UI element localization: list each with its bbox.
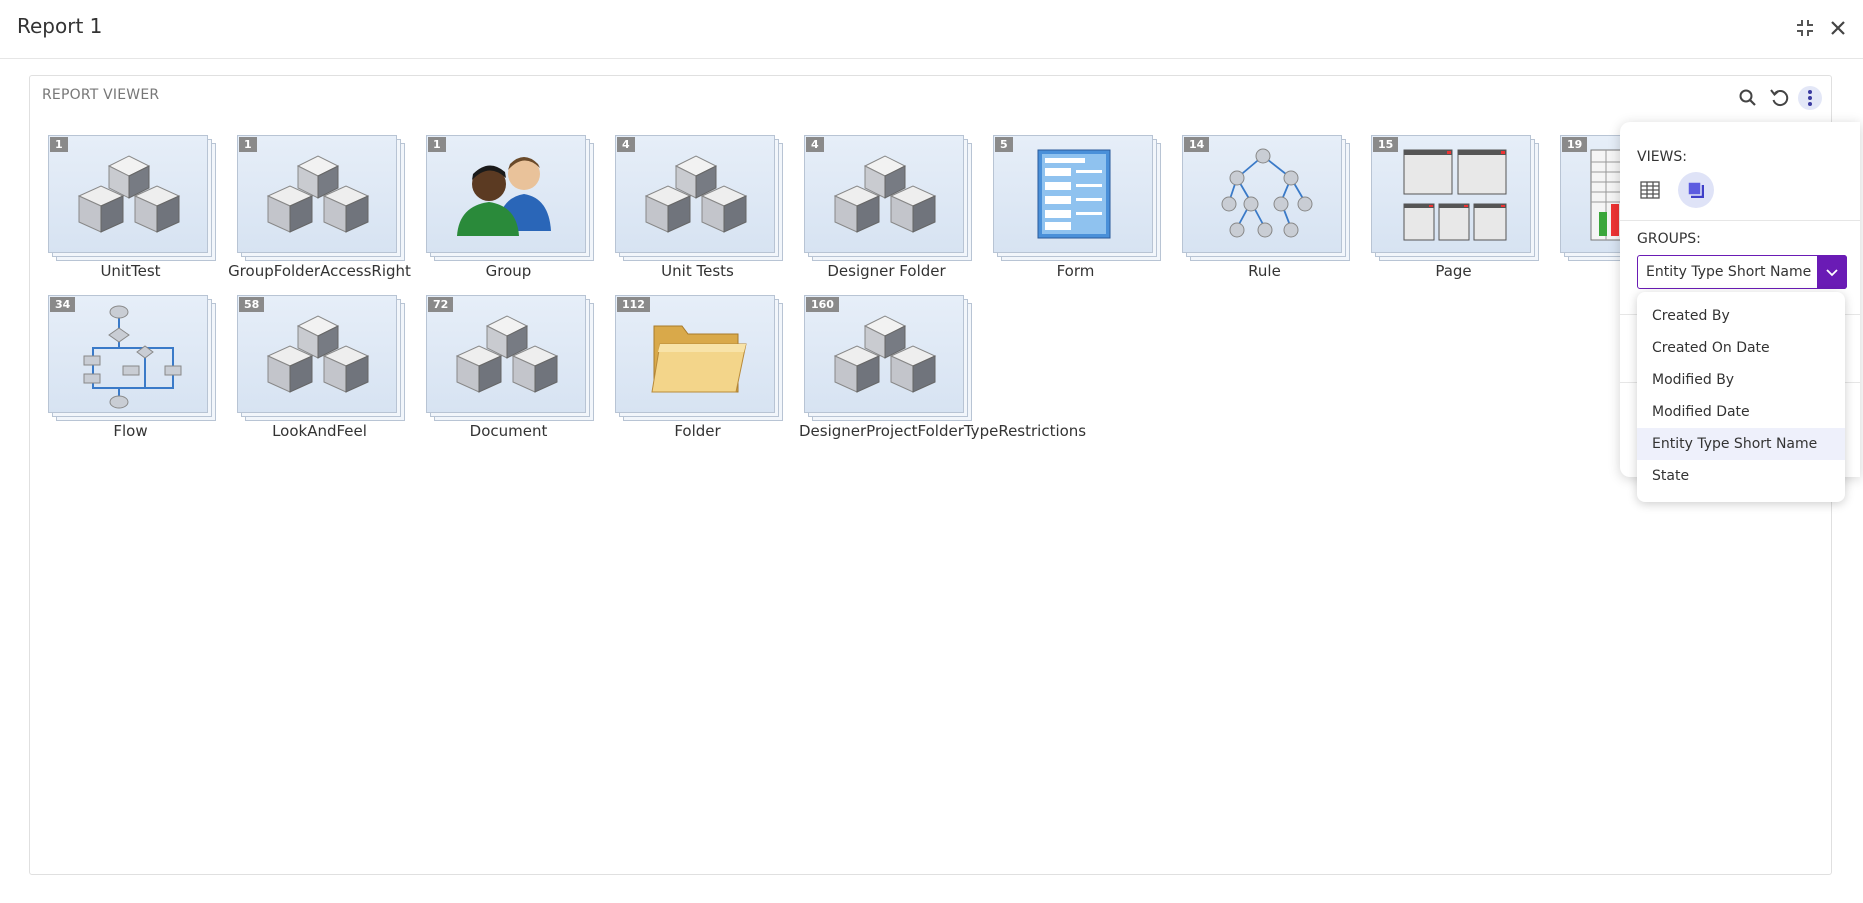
stacked-cards-icon bbox=[1687, 181, 1704, 198]
cubes-icon bbox=[266, 155, 370, 233]
tile-card bbox=[615, 135, 775, 253]
option-state[interactable]: State bbox=[1637, 460, 1845, 492]
option-created-on-date[interactable]: Created On Date bbox=[1637, 332, 1845, 364]
count-badge: 5 bbox=[995, 137, 1013, 152]
cubes-icon bbox=[833, 315, 937, 393]
cubes-icon bbox=[833, 155, 937, 233]
cubes-icon bbox=[266, 315, 370, 393]
views-label: VIEWS: bbox=[1637, 149, 1687, 165]
tile-card bbox=[48, 135, 208, 253]
tile-card bbox=[237, 295, 397, 413]
group-by-select[interactable]: Entity Type Short Name bbox=[1637, 255, 1847, 289]
tile-label: Designer Folder bbox=[827, 262, 946, 280]
tile-card bbox=[237, 135, 397, 253]
group-tile-lookandfeel[interactable]: 58 LookAndFeel bbox=[237, 295, 427, 445]
groups-label: GROUPS: bbox=[1637, 231, 1701, 247]
rule-tree-icon bbox=[1221, 148, 1313, 238]
tile-label: Page bbox=[1435, 262, 1472, 280]
divider bbox=[1620, 220, 1860, 221]
pages-icon bbox=[1403, 149, 1507, 241]
tile-label: LookAndFeel bbox=[272, 422, 367, 440]
group-tile-groupfolderaccessright[interactable]: 1 GroupFolderAccessRight bbox=[228, 135, 427, 285]
tile-card bbox=[804, 295, 964, 413]
option-created-by[interactable]: Created By bbox=[1637, 300, 1845, 332]
count-badge: 112 bbox=[617, 297, 650, 312]
count-badge: 15 bbox=[1373, 137, 1399, 152]
group-tile-unit-tests[interactable]: 4 Unit Tests bbox=[615, 135, 805, 285]
tile-card bbox=[48, 295, 208, 413]
group-by-value: Entity Type Short Name bbox=[1646, 264, 1812, 280]
group-tile-document[interactable]: 72 Document bbox=[426, 295, 616, 445]
group-tile-folder[interactable]: 112 Folder bbox=[615, 295, 805, 445]
count-badge: 34 bbox=[50, 297, 76, 312]
window-title: Report 1 bbox=[17, 14, 103, 38]
option-modified-date[interactable]: Modified Date bbox=[1637, 396, 1845, 428]
cubes-icon bbox=[455, 315, 559, 393]
group-tile-page[interactable]: 15 Page bbox=[1371, 135, 1561, 285]
grid-view-button[interactable] bbox=[1632, 172, 1668, 208]
count-badge: 4 bbox=[617, 137, 635, 152]
tile-card bbox=[804, 135, 964, 253]
table-grid-icon bbox=[1640, 181, 1660, 199]
users-group-icon bbox=[457, 157, 551, 236]
tile-label: Form bbox=[1056, 262, 1095, 280]
chevron-down-icon[interactable] bbox=[1817, 255, 1847, 289]
tile-card bbox=[426, 135, 586, 253]
tile-card bbox=[1182, 135, 1342, 253]
count-badge: 14 bbox=[1184, 137, 1210, 152]
count-badge: 58 bbox=[239, 297, 265, 312]
group-tile-designer-folder[interactable]: 4 Designer Folder bbox=[804, 135, 994, 285]
minimize-icon[interactable] bbox=[1794, 17, 1816, 39]
group-tile-unittest[interactable]: 1 UnitTest bbox=[48, 135, 238, 285]
cubes-icon bbox=[77, 155, 181, 233]
group-tile-group[interactable]: 1 Group bbox=[426, 135, 616, 285]
group-by-dropdown: Created By Created On Date Modified By M… bbox=[1637, 292, 1845, 502]
option-modified-by[interactable]: Modified By bbox=[1637, 364, 1845, 396]
tile-label: Document bbox=[469, 422, 548, 440]
report-viewer-panel: REPORT VIEWER 1 UnitTest 1 GroupFolderAc… bbox=[29, 75, 1832, 875]
count-badge: 160 bbox=[806, 297, 839, 312]
folder-icon bbox=[651, 325, 747, 393]
tile-label: Rule bbox=[1248, 262, 1281, 280]
group-tile-rule[interactable]: 14 Rule bbox=[1182, 135, 1372, 285]
more-options-icon[interactable] bbox=[1798, 86, 1822, 110]
tile-label: Flow bbox=[113, 422, 148, 440]
tile-label: Group bbox=[485, 262, 532, 280]
group-tile-flow[interactable]: 34 Flow bbox=[48, 295, 238, 445]
report-viewer-label: REPORT VIEWER bbox=[42, 87, 160, 103]
count-badge: 1 bbox=[50, 137, 68, 152]
close-icon[interactable] bbox=[1827, 17, 1849, 39]
tile-label: UnitTest bbox=[100, 262, 161, 280]
title-bar: Report 1 bbox=[0, 0, 1863, 59]
tile-card bbox=[993, 135, 1153, 253]
count-badge: 19 bbox=[1562, 137, 1588, 152]
refresh-icon[interactable] bbox=[1768, 86, 1792, 110]
tile-label: GroupFolderAccessRight bbox=[228, 262, 411, 280]
group-tile-form[interactable]: 5 Form bbox=[993, 135, 1183, 285]
card-view-button[interactable] bbox=[1678, 172, 1714, 208]
tile-card bbox=[615, 295, 775, 413]
group-tile-designerprojectfoldertyperestrictions[interactable]: 160 DesignerProjectFolderTypeRestriction… bbox=[799, 295, 1086, 445]
search-icon[interactable] bbox=[1736, 86, 1760, 110]
form-icon bbox=[1037, 149, 1111, 239]
tile-card bbox=[426, 295, 586, 413]
count-badge: 72 bbox=[428, 297, 454, 312]
tile-card bbox=[1371, 135, 1531, 253]
tile-label: Folder bbox=[674, 422, 721, 440]
tile-label: Unit Tests bbox=[661, 262, 734, 280]
flowchart-icon bbox=[83, 305, 182, 409]
count-badge: 4 bbox=[806, 137, 824, 152]
option-entity-type-short-name[interactable]: Entity Type Short Name bbox=[1637, 428, 1845, 460]
count-badge: 1 bbox=[239, 137, 257, 152]
cubes-icon bbox=[644, 155, 748, 233]
count-badge: 1 bbox=[428, 137, 446, 152]
tile-label: DesignerProjectFolderTypeRestrictions bbox=[799, 422, 1087, 440]
